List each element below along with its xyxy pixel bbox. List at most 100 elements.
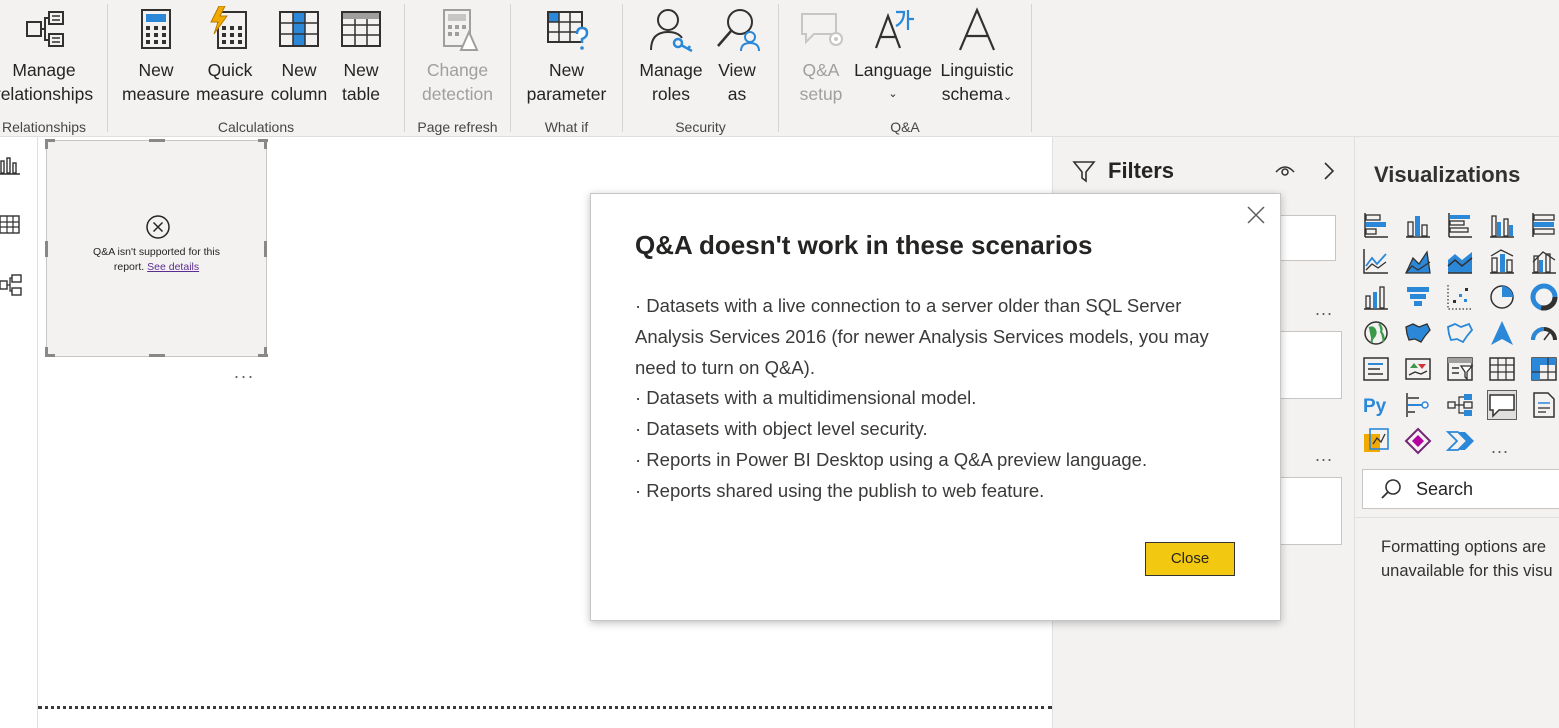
visual-more-options-button[interactable]: ... [234, 363, 255, 381]
see-details-link[interactable]: See details [147, 261, 199, 273]
data-view-icon[interactable] [0, 214, 22, 236]
filter-card-more-button[interactable]: ... [1315, 300, 1333, 318]
language-icon [874, 10, 914, 49]
new-measure-icon [141, 9, 171, 49]
gauge-icon[interactable] [1529, 318, 1559, 348]
clustered-bar-chart-icon[interactable] [1445, 210, 1475, 240]
dialog-line: · Datasets with object level security. [635, 418, 928, 440]
stacked-bar-chart-icon[interactable] [1361, 210, 1391, 240]
new-measure-button[interactable]: New measure [121, 0, 191, 112]
filter-card-more-button[interactable]: ... [1315, 446, 1333, 464]
area-chart-icon[interactable] [1403, 246, 1433, 276]
chevron-right-icon[interactable] [1322, 161, 1336, 181]
group-security: Manage roles View as Security [623, 0, 778, 137]
group-label-security: Security [675, 119, 726, 135]
visual-error-message: Q&A isn't supported for this report. See… [47, 245, 266, 275]
formatting-message-line1: Formatting options are [1381, 538, 1547, 556]
scatter-chart-icon[interactable] [1445, 282, 1475, 312]
visualizations-title: Visualizations [1374, 162, 1521, 187]
python-visual-icon[interactable]: Py [1361, 390, 1391, 420]
power-apps-icon[interactable] [1403, 426, 1433, 456]
qa-setup-icon [801, 13, 843, 46]
100-percent-bar-chart-icon[interactable] [1529, 210, 1559, 240]
model-view-icon[interactable] [0, 274, 22, 296]
button-label-line2: detection [421, 84, 494, 104]
button-label-line2: roles [652, 84, 690, 104]
key-influencers-icon[interactable] [1403, 390, 1433, 420]
resize-handle[interactable] [149, 354, 165, 357]
qa-setup-button[interactable]: Q&A setup [789, 0, 853, 112]
more-visuals-button[interactable]: ... [1491, 438, 1509, 456]
group-page-refresh: Change detection Page refresh [405, 0, 510, 137]
report-view-icon[interactable] [0, 155, 22, 177]
donut-chart-icon[interactable] [1529, 282, 1559, 312]
pane-divider [1355, 517, 1559, 518]
pie-chart-icon[interactable] [1487, 282, 1517, 312]
formatting-unavailable-message: Formatting options are unavailable for t… [1381, 535, 1553, 583]
resize-handle[interactable] [45, 241, 48, 257]
resize-handle[interactable] [264, 139, 267, 149]
ribbon-divider [1031, 4, 1032, 132]
ribbon-chart-icon[interactable] [1361, 282, 1391, 312]
linguistic-schema-icon [958, 7, 996, 51]
clustered-column-chart-icon[interactable] [1487, 210, 1517, 240]
dialog-line: · Datasets with a live connection to a s… [635, 295, 1182, 316]
resize-handle[interactable] [264, 241, 267, 257]
language-button[interactable]: Language ⌄ [853, 0, 933, 112]
multi-row-card-icon[interactable] [1361, 354, 1391, 384]
button-label-line2: setup [799, 84, 843, 104]
button-label-line1: Quick [207, 60, 253, 80]
resize-handle[interactable] [45, 347, 48, 357]
power-automate-icon[interactable] [1445, 426, 1475, 456]
kpi-icon[interactable] [1403, 354, 1433, 384]
error-circle-icon [146, 215, 170, 239]
button-label-line1: Language [854, 60, 932, 80]
linguistic-schema-button[interactable]: Linguistic schema⌄ [935, 0, 1019, 112]
button-label-line2: relationships [0, 84, 94, 104]
new-table-icon [341, 11, 381, 47]
resize-handle[interactable] [264, 347, 267, 357]
qa-visual[interactable]: Q&A isn't supported for this report. See… [45, 139, 268, 357]
new-column-button[interactable]: New column [264, 0, 334, 112]
shape-map-icon[interactable] [1445, 318, 1475, 348]
globe-map-icon[interactable] [1361, 318, 1391, 348]
decomposition-tree-icon[interactable] [1445, 390, 1475, 420]
button-label-line1: Change [426, 60, 489, 80]
group-relationships: Manage relationships Relationships [0, 0, 108, 137]
manage-roles-button[interactable]: Manage roles [634, 0, 708, 112]
matrix-icon[interactable] [1529, 354, 1559, 384]
line-and-stacked-column-chart-icon[interactable] [1487, 246, 1517, 276]
resize-handle[interactable] [149, 139, 165, 142]
waterfall-chart-icon[interactable] [1403, 282, 1433, 312]
stacked-column-chart-icon[interactable] [1403, 210, 1433, 240]
close-button[interactable]: Close [1145, 542, 1235, 576]
qa-visual-icon[interactable] [1487, 390, 1517, 420]
azure-map-icon[interactable] [1487, 318, 1517, 348]
resize-handle[interactable] [45, 139, 48, 149]
group-calculations: New measure Quick measure New column New… [108, 0, 404, 137]
button-label-line2: measure [121, 84, 191, 104]
line-and-clustered-column-chart-icon[interactable] [1529, 246, 1559, 276]
visual-message-line2: report. [113, 261, 145, 273]
change-detection-button[interactable]: Change detection [405, 0, 510, 112]
quick-measure-button[interactable]: Quick measure [195, 0, 265, 112]
filled-map-icon[interactable] [1403, 318, 1433, 348]
visualizations-pane: Visualizations Py ... Search Formatting … [1354, 137, 1559, 728]
paginated-report-icon[interactable] [1361, 426, 1391, 456]
formatting-message-line2: unavailable for this visu [1381, 562, 1553, 580]
eye-icon[interactable] [1275, 163, 1295, 179]
stacked-area-chart-icon[interactable] [1445, 246, 1475, 276]
view-as-button[interactable]: View as [708, 0, 766, 112]
smart-narrative-icon[interactable] [1529, 390, 1559, 420]
close-icon[interactable] [1246, 205, 1266, 225]
new-parameter-icon [546, 11, 588, 50]
view-switcher-rail [0, 137, 38, 728]
manage-relationships-button[interactable]: Manage relationships [0, 0, 108, 112]
slicer-icon[interactable] [1445, 354, 1475, 384]
table-visual-icon[interactable] [1487, 354, 1517, 384]
visualizations-search-input[interactable]: Search [1362, 469, 1559, 509]
line-chart-icon[interactable] [1361, 246, 1391, 276]
new-table-button[interactable]: New table [330, 0, 392, 112]
new-parameter-button[interactable]: New parameter [511, 0, 622, 112]
chevron-down-icon: ⌄ [888, 88, 898, 100]
